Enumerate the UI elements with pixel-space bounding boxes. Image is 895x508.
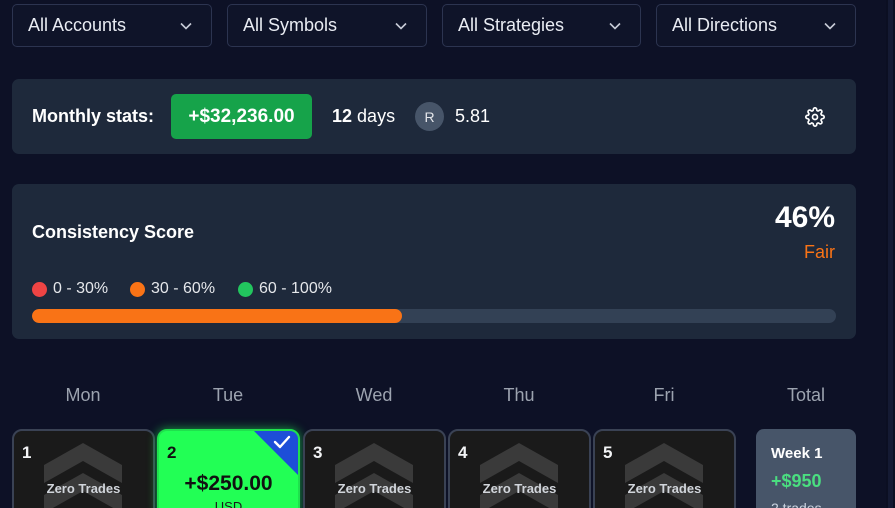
legend-label: 30 - 60% [151,280,216,297]
strategies-filter[interactable]: All Strategies [442,4,641,47]
directions-filter[interactable]: All Directions [656,4,856,47]
monthly-pnl-badge: +$32,236.00 [171,94,312,139]
symbols-filter[interactable]: All Symbols [227,4,427,47]
chevron-down-icon [824,22,836,30]
zero-trades-label: Zero Trades [46,481,121,496]
day-pnl: +$250.00 [184,472,273,495]
gear-icon[interactable] [805,107,825,127]
total-header: Total [786,385,826,405]
chevron-down-icon [180,22,192,30]
scrollbar[interactable] [886,0,895,508]
weekday-header-fri: Fri [653,385,675,405]
chevron-logo-icon [625,443,703,508]
orange-dot-icon [130,281,145,297]
day-currency: USD [214,499,243,508]
chevron-logo-icon [335,443,413,508]
consistency-score-card: Consistency Score 46% Fair 0 - 30% 30 - … [12,184,856,339]
legend-item-low: 0 - 30% [32,280,108,298]
trading-days-label: days [357,106,396,126]
checkmark-icon [254,431,298,475]
calendar-day-cell[interactable]: 3 Zero Trades [303,429,446,508]
week-summary-card[interactable]: Week 1 +$950 2 trades [756,429,856,508]
weekday-header-wed: Wed [355,385,393,405]
week-pnl: +$950 [771,471,822,491]
accounts-filter[interactable]: All Accounts [12,4,212,47]
scrollbar-thumb[interactable] [888,0,893,508]
day-number: 3 [313,443,323,462]
consistency-progress-fill [32,309,402,323]
weekday-header-thu: Thu [503,385,535,405]
weekday-header-mon: Mon [65,385,101,405]
monthly-stats-card: Monthly stats: +$32,236.00 12 days R 5.8… [12,79,856,154]
zero-trades-label: Zero Trades [337,481,412,496]
day-number: 4 [458,443,468,462]
legend-label: 60 - 100% [259,280,332,297]
red-dot-icon [32,281,47,297]
chevron-logo-icon [44,443,122,508]
legend-item-mid: 30 - 60% [130,280,215,298]
page: All Accounts All Symbols All Strategies … [0,0,895,508]
calendar-day-cell[interactable]: 5 Zero Trades [593,429,736,508]
day-number: 1 [22,443,32,462]
r-multiple-value: 5.81 [455,106,491,126]
consistency-score-title: Consistency Score [32,222,195,242]
zero-trades-label: Zero Trades [482,481,557,496]
chevron-down-icon [395,22,407,30]
week-label: Week 1 [771,445,823,462]
weekday-header-tue: Tue [212,385,244,405]
accounts-filter-label: All Accounts [28,15,127,35]
monthly-stats-title: Monthly stats: [32,106,155,126]
strategies-filter-label: All Strategies [458,15,565,35]
calendar-day-cell[interactable]: 4 Zero Trades [448,429,591,508]
trading-days-count: 12 [332,106,353,126]
consistency-score-value: 46% [774,201,835,234]
consistency-progress-bar [32,309,836,323]
calendar-day-cell[interactable]: 1 Zero Trades [12,429,155,508]
filter-bar: All Accounts All Symbols All Strategies … [12,4,856,49]
symbols-filter-label: All Symbols [243,15,338,35]
r-multiple-icon: R [415,102,444,131]
trading-days: 12 days [332,106,395,127]
calendar-day-cell-selected[interactable]: 2 +$250.00 USD [157,429,300,508]
directions-filter-label: All Directions [672,15,778,35]
green-dot-icon [238,281,253,297]
day-number: 2 [167,443,177,462]
legend-label: 0 - 30% [53,280,109,297]
chevron-down-icon [609,22,621,30]
week-trades: 2 trades [771,500,822,508]
zero-trades-label: Zero Trades [627,481,702,496]
day-number: 5 [603,443,613,462]
consistency-rating: Fair [804,242,835,262]
chevron-logo-icon [480,443,558,508]
legend-item-high: 60 - 100% [238,280,332,298]
